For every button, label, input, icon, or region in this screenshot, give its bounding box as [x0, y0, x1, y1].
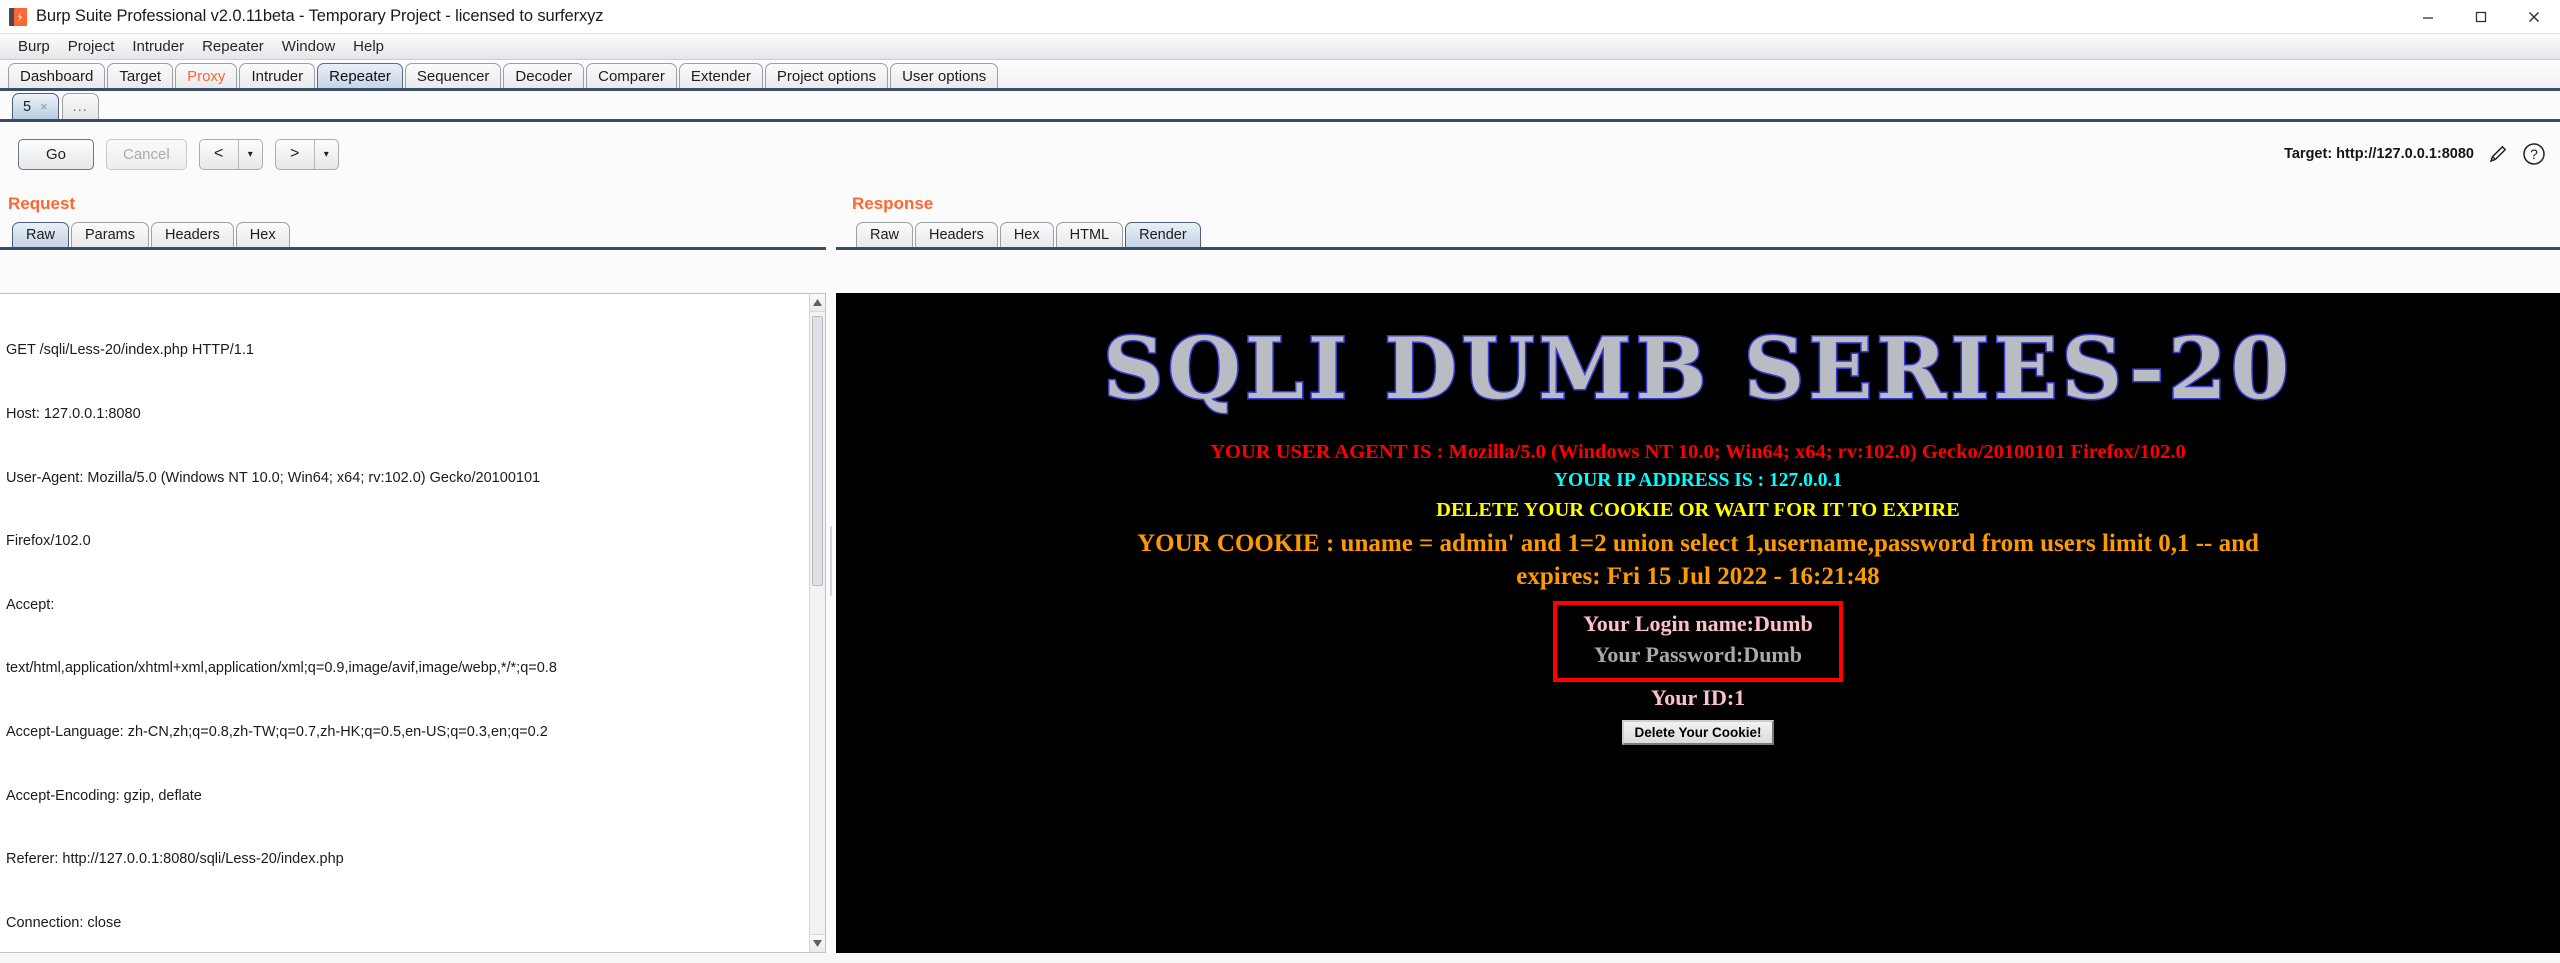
- window-controls: [2401, 0, 2560, 34]
- scroll-down-icon[interactable]: [810, 934, 825, 952]
- tab-extender[interactable]: Extender: [678, 63, 763, 88]
- request-line: Referer: http://127.0.0.1:8080/sqli/Less…: [6, 851, 344, 868]
- request-line: text/html,application/xhtml+xml,applicat…: [6, 660, 557, 677]
- sqli-banner-text: SQLI DUMB SERIES-20: [1101, 319, 2294, 418]
- request-tab-raw[interactable]: Raw: [12, 222, 70, 247]
- cancel-button[interactable]: Cancel: [106, 138, 187, 170]
- response-title: Response: [852, 194, 934, 213]
- main-tab-strip: Dashboard Target Proxy Intruder Repeater…: [0, 60, 2560, 91]
- tab-project-options[interactable]: Project options: [764, 63, 889, 88]
- close-button[interactable]: [2507, 0, 2560, 34]
- window-title: Burp Suite Professional v2.0.11beta - Te…: [36, 7, 604, 25]
- request-tab-hex[interactable]: Hex: [235, 222, 290, 247]
- request-line: Firefox/102.0: [6, 533, 91, 550]
- tab-target[interactable]: Target: [107, 63, 174, 88]
- tab-comparer[interactable]: Comparer: [586, 63, 677, 88]
- tab-decoder[interactable]: Decoder: [503, 63, 585, 88]
- tab-repeater[interactable]: Repeater: [317, 63, 403, 88]
- login-result-box: Your Login name:Dumb Your Password:Dumb: [1553, 600, 1843, 683]
- request-line: Accept-Language: zh-CN,zh;q=0.8,zh-TW;q=…: [6, 724, 548, 741]
- menu-item-burp[interactable]: Burp: [10, 36, 58, 57]
- cookie-warning: DELETE YOUR COOKIE OR WAIT FOR IT TO EXP…: [1436, 498, 1960, 521]
- question-icon[interactable]: ?: [2522, 142, 2546, 166]
- go-button[interactable]: Go: [18, 138, 94, 170]
- repeater-tab-new[interactable]: ...: [61, 93, 99, 119]
- pencil-icon[interactable]: [2486, 142, 2510, 166]
- user-id-text: Your ID:1: [1650, 685, 1746, 711]
- chevron-down-icon[interactable]: ▾: [237, 139, 262, 169]
- request-pane: Request Raw Params Headers Hex GET /sqli…: [0, 186, 826, 953]
- request-title: Request: [8, 194, 76, 213]
- target-label: Target: http://127.0.0.1:8080: [2284, 146, 2474, 162]
- menu-item-window[interactable]: Window: [274, 36, 343, 57]
- response-pane: Response Raw Headers Hex HTML Render SQL…: [836, 186, 2560, 953]
- request-line: Accept-Encoding: gzip, deflate: [6, 787, 202, 804]
- pane-splitter[interactable]: [826, 186, 836, 953]
- response-tab-hex[interactable]: Hex: [999, 222, 1054, 247]
- request-tab-strip: Raw Params Headers Hex: [0, 220, 826, 250]
- maximize-button[interactable]: [2454, 0, 2507, 34]
- password-text: Your Password:Dumb: [1593, 641, 1802, 667]
- response-tab-html[interactable]: HTML: [1055, 222, 1124, 247]
- request-line: GET /sqli/Less-20/index.php HTTP/1.1: [6, 342, 254, 359]
- minimize-button[interactable]: [2401, 0, 2454, 34]
- forward-button[interactable]: > ▾: [274, 138, 339, 170]
- login-result-wrapper: Your Login name:Dumb Your Password:Dumb: [836, 595, 2560, 683]
- repeater-toolbar: Go Cancel < ▾ > ▾ Target: http://127.0.0…: [0, 122, 2560, 186]
- chevron-down-icon[interactable]: ▾: [313, 139, 338, 169]
- delete-cookie-wrapper: Delete Your Cookie!: [836, 713, 2560, 745]
- repeater-tab-label: 5: [23, 98, 32, 115]
- request-scrollbar[interactable]: [809, 294, 825, 952]
- request-line: User-Agent: Mozilla/5.0 (Windows NT 10.0…: [6, 469, 541, 486]
- back-button[interactable]: < ▾: [198, 138, 263, 170]
- cookie-expiry-line: expires: Fri 15 Jul 2022 - 16:21:48: [1516, 562, 1880, 590]
- tab-proxy[interactable]: Proxy: [175, 63, 238, 88]
- chevron-left-icon[interactable]: <: [200, 140, 238, 169]
- menu-item-project[interactable]: Project: [60, 36, 123, 57]
- tab-intruder[interactable]: Intruder: [239, 63, 316, 88]
- menu-bar: Burp Project Intruder Repeater Window He…: [0, 34, 2560, 60]
- user-agent-line: YOUR USER AGENT IS : Mozilla/5.0 (Window…: [1210, 441, 2186, 464]
- tab-user-options[interactable]: User options: [890, 63, 999, 88]
- menu-item-repeater[interactable]: Repeater: [194, 36, 272, 57]
- burp-suite-logo-icon: [9, 7, 27, 26]
- response-tab-strip: Raw Headers Hex HTML Render: [836, 220, 2560, 250]
- request-raw-text[interactable]: GET /sqli/Less-20/index.php HTTP/1.1 Hos…: [0, 294, 825, 952]
- tab-sequencer[interactable]: Sequencer: [404, 63, 502, 88]
- ip-address-line: YOUR IP ADDRESS IS : 127.0.0.1: [1553, 469, 1843, 491]
- response-tab-render[interactable]: Render: [1125, 222, 1201, 247]
- delete-cookie-button[interactable]: Delete Your Cookie!: [1622, 719, 1774, 745]
- request-line: Connection: close: [6, 914, 122, 931]
- request-tab-headers[interactable]: Headers: [150, 222, 234, 247]
- cookie-value-line: YOUR COOKIE : uname = admin' and 1=2 uni…: [1137, 529, 2259, 557]
- request-line: Accept:: [6, 596, 55, 613]
- menu-item-help[interactable]: Help: [345, 36, 392, 57]
- window-title-bar: Burp Suite Professional v2.0.11beta - Te…: [0, 0, 2560, 34]
- tab-dashboard[interactable]: Dashboard: [8, 63, 106, 88]
- request-tab-params[interactable]: Params: [71, 222, 149, 247]
- request-scrollbar-thumb[interactable]: [812, 316, 823, 586]
- request-line: Host: 127.0.0.1:8080: [6, 406, 141, 423]
- response-tab-raw[interactable]: Raw: [856, 222, 914, 247]
- request-raw-editor[interactable]: GET /sqli/Less-20/index.php HTTP/1.1 Hos…: [0, 293, 826, 953]
- response-render-view[interactable]: SQLI DUMB SERIES-20 YOUR USER AGENT IS :…: [836, 293, 2560, 953]
- svg-text:?: ?: [2530, 146, 2538, 162]
- target-area: Target: http://127.0.0.1:8080 ?: [2284, 142, 2546, 166]
- response-tab-headers[interactable]: Headers: [915, 222, 998, 247]
- sqli-banner: SQLI DUMB SERIES-20: [836, 293, 2560, 418]
- menu-item-intruder[interactable]: Intruder: [124, 36, 192, 57]
- chevron-right-icon[interactable]: >: [276, 140, 314, 169]
- repeater-tab-5[interactable]: 5 ×: [12, 93, 59, 119]
- close-icon[interactable]: ×: [40, 99, 48, 114]
- scroll-up-icon[interactable]: [810, 294, 825, 312]
- login-name-text: Your Login name:Dumb: [1583, 610, 1813, 636]
- request-response-split: Request Raw Params Headers Hex GET /sqli…: [0, 186, 2560, 953]
- repeater-tab-strip: 5 × ...: [0, 91, 2560, 122]
